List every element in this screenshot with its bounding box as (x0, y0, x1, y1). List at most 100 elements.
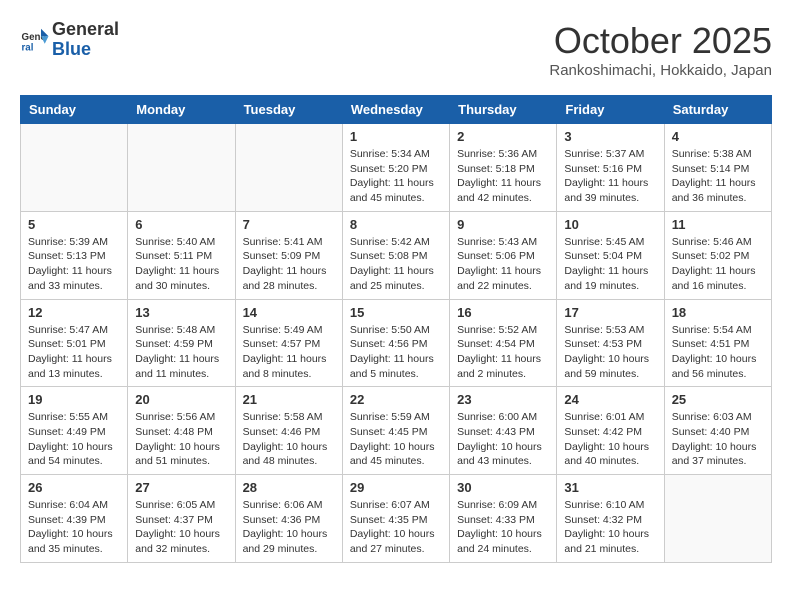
day-number: 30 (457, 480, 549, 495)
logo-text-line1: General (52, 20, 119, 40)
day-info: Sunrise: 5:47 AMSunset: 5:01 PMDaylight:… (28, 323, 120, 382)
table-row: 9 Sunrise: 5:43 AMSunset: 5:06 PMDaylight… (450, 211, 557, 299)
day-number: 6 (135, 217, 227, 232)
table-row: 23Sunrise: 6:00 AMSunset: 4:43 PMDayligh… (450, 387, 557, 475)
day-info: Sunrise: 5:36 AMSunset: 5:18 PMDaylight:… (457, 147, 549, 206)
calendar-week-5: 26 Sunrise: 6:04 AMSunset: 4:39 PMDayligh… (21, 475, 772, 563)
day-number: 3 (564, 129, 656, 144)
month-title: October 2025 (549, 20, 772, 62)
day-info: Sunrise: 6:06 AMSunset: 4:36 PMDaylight:… (243, 498, 335, 557)
table-row: 17 Sunrise: 5:53 AMSunset: 4:53 PMDayligh… (557, 299, 664, 387)
col-thursday: Thursday (450, 96, 557, 124)
day-info: Sunrise: 5:46 AMSunset: 5:02 PMDaylight:… (672, 235, 764, 294)
table-row: 22Sunrise: 5:59 AMSunset: 4:45 PMDayligh… (342, 387, 449, 475)
day-number: 7 (243, 217, 335, 232)
day-info: Sunrise: 6:04 AMSunset: 4:39 PMDaylight:… (28, 498, 120, 557)
day-info: Sunrise: 6:00 AMSunset: 4:43 PMDaylight:… (457, 410, 549, 469)
day-info: Sunrise: 6:05 AMSunset: 4:37 PMDaylight:… (135, 498, 227, 557)
day-number: 8 (350, 217, 442, 232)
day-number: 14 (243, 305, 335, 320)
day-number: 17 (564, 305, 656, 320)
table-row: 10 Sunrise: 5:45 AMSunset: 5:04 PMDayligh… (557, 211, 664, 299)
day-number: 28 (243, 480, 335, 495)
day-info: Sunrise: 5:37 AMSunset: 5:16 PMDaylight:… (564, 147, 656, 206)
day-info: Sunrise: 5:56 AMSunset: 4:48 PMDaylight:… (135, 410, 227, 469)
day-number: 15 (350, 305, 442, 320)
day-number: 31 (564, 480, 656, 495)
day-info: Sunrise: 5:45 AMSunset: 5:04 PMDaylight:… (564, 235, 656, 294)
day-number: 19 (28, 392, 120, 407)
day-info: Sunrise: 5:43 AMSunset: 5:06 PMDaylight:… (457, 235, 549, 294)
day-number: 1 (350, 129, 442, 144)
table-row: 25 Sunrise: 6:03 AMSunset: 4:40 PMDayligh… (664, 387, 771, 475)
day-info: Sunrise: 5:50 AMSunset: 4:56 PMDaylight:… (350, 323, 442, 382)
day-number: 4 (672, 129, 764, 144)
day-info: Sunrise: 5:59 AMSunset: 4:45 PMDaylight:… (350, 410, 442, 469)
day-info: Sunrise: 5:39 AMSunset: 5:13 PMDaylight:… (28, 235, 120, 294)
title-block: October 2025 Rankoshimachi, Hokkaido, Ja… (549, 20, 772, 79)
day-info: Sunrise: 5:34 AMSunset: 5:20 PMDaylight:… (350, 147, 442, 206)
calendar-header-row: Sunday Monday Tuesday Wednesday Thursday… (21, 96, 772, 124)
day-number: 26 (28, 480, 120, 495)
table-row (128, 124, 235, 212)
table-row: 3 Sunrise: 5:37 AMSunset: 5:16 PMDaylight… (557, 124, 664, 212)
day-number: 9 (457, 217, 549, 232)
calendar-week-1: 1 Sunrise: 5:34 AMSunset: 5:20 PMDaylight… (21, 124, 772, 212)
col-sunday: Sunday (21, 96, 128, 124)
table-row: 2Sunrise: 5:36 AMSunset: 5:18 PMDaylight… (450, 124, 557, 212)
table-row: 13Sunrise: 5:48 AMSunset: 4:59 PMDayligh… (128, 299, 235, 387)
day-info: Sunrise: 5:53 AMSunset: 4:53 PMDaylight:… (564, 323, 656, 382)
day-info: Sunrise: 5:42 AMSunset: 5:08 PMDaylight:… (350, 235, 442, 294)
calendar-week-4: 19 Sunrise: 5:55 AMSunset: 4:49 PMDayligh… (21, 387, 772, 475)
day-info: Sunrise: 6:07 AMSunset: 4:35 PMDaylight:… (350, 498, 442, 557)
logo-icon: Gene ral (20, 25, 50, 55)
day-info: Sunrise: 5:48 AMSunset: 4:59 PMDaylight:… (135, 323, 227, 382)
table-row: 26 Sunrise: 6:04 AMSunset: 4:39 PMDayligh… (21, 475, 128, 563)
table-row: 18Sunrise: 5:54 AMSunset: 4:51 PMDayligh… (664, 299, 771, 387)
table-row: 19 Sunrise: 5:55 AMSunset: 4:49 PMDayligh… (21, 387, 128, 475)
day-number: 24 (564, 392, 656, 407)
col-tuesday: Tuesday (235, 96, 342, 124)
table-row: 20 Sunrise: 5:56 AMSunset: 4:48 PMDayligh… (128, 387, 235, 475)
day-number: 21 (243, 392, 335, 407)
table-row: 1 Sunrise: 5:34 AMSunset: 5:20 PMDaylight… (342, 124, 449, 212)
table-row: 30 Sunrise: 6:09 AMSunset: 4:33 PMDayligh… (450, 475, 557, 563)
table-row (235, 124, 342, 212)
svg-text:ral: ral (22, 42, 34, 53)
day-number: 27 (135, 480, 227, 495)
table-row: 31 Sunrise: 6:10 AMSunset: 4:32 PMDayligh… (557, 475, 664, 563)
col-wednesday: Wednesday (342, 96, 449, 124)
day-number: 10 (564, 217, 656, 232)
day-number: 29 (350, 480, 442, 495)
day-info: Sunrise: 6:01 AMSunset: 4:42 PMDaylight:… (564, 410, 656, 469)
table-row: 15 Sunrise: 5:50 AMSunset: 4:56 PMDayligh… (342, 299, 449, 387)
day-info: Sunrise: 5:55 AMSunset: 4:49 PMDaylight:… (28, 410, 120, 469)
table-row: 27 Sunrise: 6:05 AMSunset: 4:37 PMDayligh… (128, 475, 235, 563)
table-row: 11Sunrise: 5:46 AMSunset: 5:02 PMDayligh… (664, 211, 771, 299)
day-number: 20 (135, 392, 227, 407)
col-saturday: Saturday (664, 96, 771, 124)
table-row: 16 Sunrise: 5:52 AMSunset: 4:54 PMDayligh… (450, 299, 557, 387)
table-row (664, 475, 771, 563)
day-info: Sunrise: 5:54 AMSunset: 4:51 PMDaylight:… (672, 323, 764, 382)
table-row: 14 Sunrise: 5:49 AMSunset: 4:57 PMDayligh… (235, 299, 342, 387)
day-info: Sunrise: 6:03 AMSunset: 4:40 PMDaylight:… (672, 410, 764, 469)
day-number: 5 (28, 217, 120, 232)
table-row: 7 Sunrise: 5:41 AMSunset: 5:09 PMDaylight… (235, 211, 342, 299)
day-number: 25 (672, 392, 764, 407)
day-info: Sunrise: 5:52 AMSunset: 4:54 PMDaylight:… (457, 323, 549, 382)
calendar-table: Sunday Monday Tuesday Wednesday Thursday… (20, 95, 772, 563)
day-info: Sunrise: 6:09 AMSunset: 4:33 PMDaylight:… (457, 498, 549, 557)
day-info: Sunrise: 6:10 AMSunset: 4:32 PMDaylight:… (564, 498, 656, 557)
day-info: Sunrise: 5:41 AMSunset: 5:09 PMDaylight:… (243, 235, 335, 294)
day-number: 16 (457, 305, 549, 320)
table-row: 6Sunrise: 5:40 AMSunset: 5:11 PMDaylight… (128, 211, 235, 299)
logo: Gene ral General Blue (20, 20, 119, 60)
table-row: 28 Sunrise: 6:06 AMSunset: 4:36 PMDayligh… (235, 475, 342, 563)
page-header: Gene ral General Blue October 2025 Ranko… (20, 20, 772, 79)
calendar-week-3: 12Sunrise: 5:47 AMSunset: 5:01 PMDayligh… (21, 299, 772, 387)
table-row: 29 Sunrise: 6:07 AMSunset: 4:35 PMDayligh… (342, 475, 449, 563)
day-info: Sunrise: 5:49 AMSunset: 4:57 PMDaylight:… (243, 323, 335, 382)
logo-text-line2: Blue (52, 40, 119, 60)
table-row: 24 Sunrise: 6:01 AMSunset: 4:42 PMDayligh… (557, 387, 664, 475)
